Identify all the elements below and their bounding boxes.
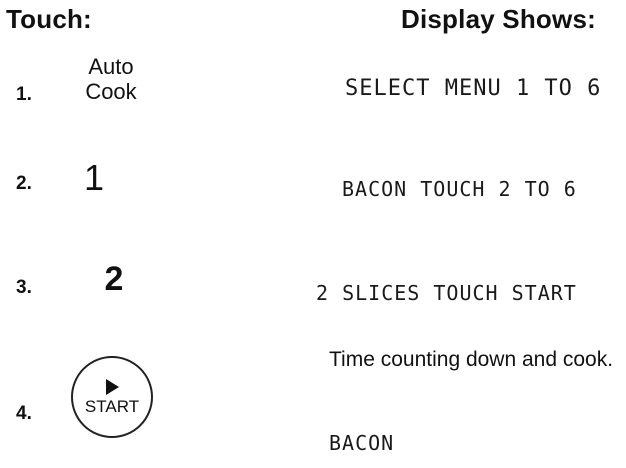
step-3-number: 3. [16, 277, 32, 298]
step-3-display-text: 2 SLICES TOUCH START [316, 281, 577, 305]
number-1-key[interactable]: 1 [74, 157, 114, 199]
step-4-number: 4. [16, 403, 32, 424]
start-button[interactable]: START [71, 356, 153, 438]
touch-header: Touch: [6, 4, 92, 34]
step-4-display-text: BACON [329, 431, 395, 455]
step-1-number: 1. [16, 84, 32, 105]
start-button-label: START [84, 397, 140, 416]
auto-cook-key[interactable]: Auto Cook [68, 54, 154, 104]
step-2-display-text: BACON TOUCH 2 TO 6 [342, 177, 577, 201]
step-2-number: 2. [16, 173, 32, 194]
number-2-key[interactable]: 2 [94, 260, 134, 299]
step-4-description: Time counting down and cook. [329, 348, 614, 371]
play-icon [106, 379, 119, 395]
step-1-display-text: SELECT MENU 1 TO 6 [345, 76, 602, 101]
display-shows-header: Display Shows: [401, 4, 596, 34]
